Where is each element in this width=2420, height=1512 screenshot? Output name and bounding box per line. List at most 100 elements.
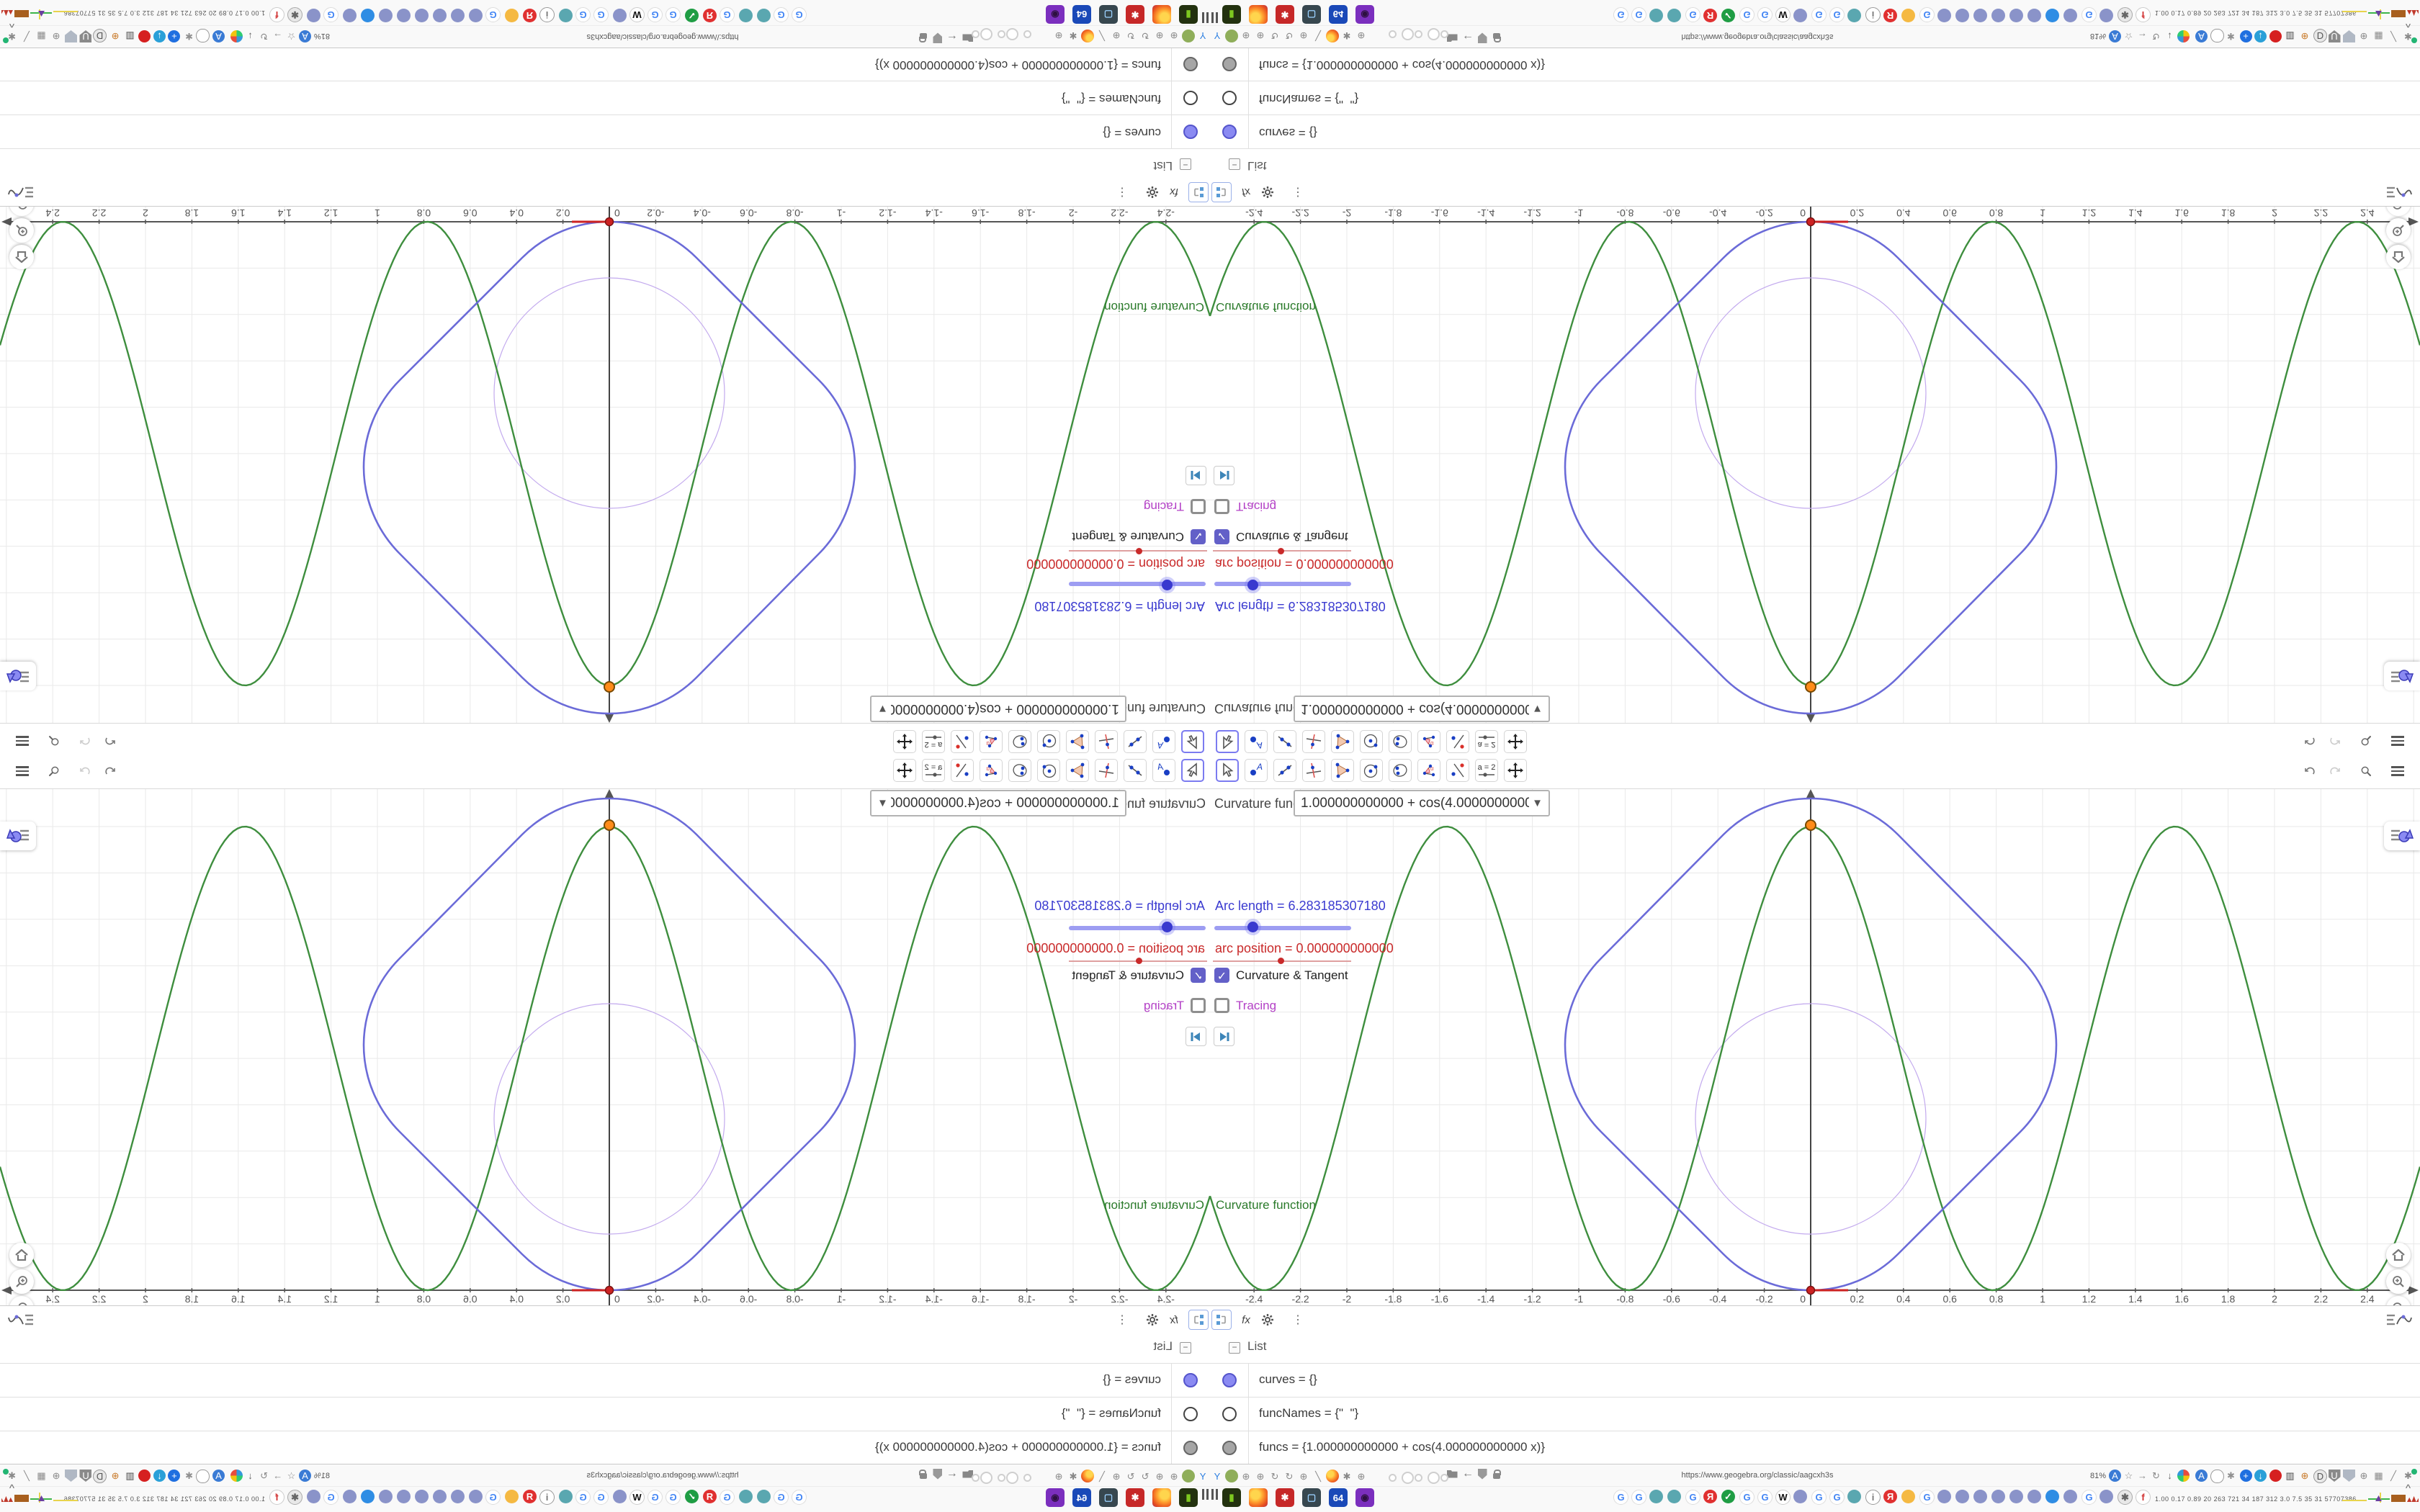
tool-conic-button[interactable] <box>1008 759 1031 782</box>
refresh-icon[interactable]: ↻ <box>1124 1470 1137 1482</box>
tool-point-button[interactable]: A <box>1245 730 1268 753</box>
floppy64-app-icon[interactable]: 64 <box>1072 5 1091 24</box>
trash-icon[interactable]: ▥ <box>124 1470 136 1482</box>
url-bar[interactable]: https://www.geogebra.org/classic/aagcxh3… <box>1613 1471 1901 1480</box>
firefox-app-icon[interactable] <box>1249 5 1268 24</box>
purple-face-app-icon[interactable]: ◉ <box>1355 1488 1374 1507</box>
favicon[interactable]: f <box>269 1490 284 1505</box>
favicon[interactable]: G <box>1811 1490 1827 1505</box>
favicon[interactable]: ✱ <box>2118 1490 2133 1505</box>
menu-button[interactable] <box>12 762 32 780</box>
favicon[interactable]: G <box>575 7 591 22</box>
refresh-icon[interactable]: ↻ <box>1139 1470 1152 1482</box>
arc-length-slider-thumb[interactable] <box>1162 580 1173 590</box>
shield-download-icon[interactable]: ↓ <box>2254 1470 2267 1482</box>
favicon[interactable] <box>2045 1490 2059 1503</box>
favicon[interactable]: G <box>792 1490 807 1505</box>
wrench-icon[interactable]: ╱ <box>2388 1470 2400 1482</box>
url-bar[interactable]: https://www.geogebra.org/classic/aagcxh3… <box>519 1471 807 1480</box>
arc-length-slider[interactable] <box>1214 926 1351 930</box>
graphics-view[interactable]: -2.4 -2.2 -2 -1.8 -1.6 -1.4 -1.2 -1 -0.8 -0.6 -0.4… <box>1210 207 2420 723</box>
favicon[interactable] <box>469 9 483 22</box>
redo-button[interactable] <box>2325 732 2345 750</box>
formula-input[interactable]: 1.000000000000 + cos(4.000000000000 x) ▼ <box>870 696 1126 722</box>
favicon[interactable]: f <box>2136 1490 2151 1505</box>
favicon[interactable] <box>1991 1490 2005 1503</box>
party-cone-icon[interactable]: Y <box>1196 1470 1209 1482</box>
tool-perpendicular-button[interactable] <box>1095 759 1118 782</box>
back-arrow-icon[interactable]: ← <box>1461 1467 1474 1480</box>
favicon[interactable]: Я <box>1883 1490 1897 1503</box>
favicon[interactable]: Я <box>1703 1490 1717 1503</box>
favicon[interactable]: G <box>647 1490 663 1505</box>
shield-icon[interactable] <box>2343 30 2355 42</box>
list-panel-toggle-button[interactable] <box>2383 1310 2416 1330</box>
globe-icon[interactable]: ⊕ <box>1052 1470 1065 1482</box>
wrench-icon[interactable]: ╲ <box>1095 30 1108 42</box>
globe-icon[interactable]: ⊕ <box>1254 30 1267 42</box>
favicon[interactable]: G <box>575 1490 591 1505</box>
reload-icon[interactable]: ↻ <box>258 30 270 42</box>
zoom-level[interactable]: 81% <box>314 1472 330 1480</box>
favicon[interactable] <box>343 9 357 22</box>
party-cone-icon[interactable]: Y <box>1211 1470 1224 1482</box>
arc-position-slider-thumb[interactable] <box>1278 548 1284 554</box>
favicon[interactable]: G <box>720 7 735 22</box>
formula-dropdown-icon[interactable]: ▼ <box>877 797 888 809</box>
search-button[interactable] <box>2356 762 2376 780</box>
globe-icon[interactable]: ⊕ <box>1240 30 1252 42</box>
tool-angle-button[interactable]: α <box>1417 759 1440 782</box>
favicon[interactable] <box>1847 9 1861 22</box>
favicon[interactable] <box>1973 9 1987 22</box>
tool-conic-button[interactable] <box>1389 730 1412 753</box>
favicon[interactable]: G <box>1757 7 1773 22</box>
globe-icon[interactable]: ⊕ <box>1254 1470 1267 1482</box>
skip-button[interactable] <box>1214 1027 1234 1046</box>
list-row-curves[interactable]: curves = {} <box>0 1363 1210 1398</box>
settings-button[interactable] <box>1258 182 1278 202</box>
shield-icon[interactable] <box>931 32 944 45</box>
tracing-checkbox[interactable] <box>1214 499 1229 514</box>
sidebar-toggle-button[interactable] <box>2384 662 2420 690</box>
favicon[interactable] <box>343 1490 357 1503</box>
favicon[interactable] <box>1955 9 1969 22</box>
globe-icon[interactable]: ⊕ <box>2358 30 2370 42</box>
tool-circle-button[interactable] <box>1037 730 1060 753</box>
gear-icon[interactable]: ✱ <box>183 30 195 42</box>
tool-polygon-button[interactable] <box>1066 759 1089 782</box>
trash-icon[interactable]: ▥ <box>2284 1470 2296 1482</box>
gear-icon[interactable]: ✱ <box>1340 30 1353 42</box>
shield-download-icon[interactable]: ↓ <box>2254 30 2267 42</box>
menu-button[interactable] <box>2388 732 2408 750</box>
settings-app-icon[interactable]: ✱ <box>1276 5 1294 24</box>
refresh-icon[interactable]: ↻ <box>1124 30 1137 42</box>
favicon[interactable] <box>2027 1490 2041 1503</box>
collapse-button[interactable]: − <box>1180 158 1191 170</box>
formula-dropdown-icon[interactable]: ▼ <box>1532 703 1543 715</box>
favicon[interactable]: ✱ <box>287 1490 302 1505</box>
arc-length-slider-thumb[interactable] <box>1247 922 1258 932</box>
curvature-peak-point[interactable] <box>1805 819 1816 831</box>
pinwheel-icon[interactable] <box>230 1470 243 1482</box>
terminal-app-icon[interactable]: ▮ <box>1222 1488 1241 1507</box>
purple-face-app-icon[interactable]: ◉ <box>1046 1488 1065 1507</box>
arc-length-slider-thumb[interactable] <box>1247 580 1258 590</box>
bookmark-star-icon[interactable]: ☆ <box>285 1470 297 1482</box>
skip-button[interactable] <box>1186 466 1206 485</box>
curvature-peak-point[interactable] <box>604 681 615 693</box>
monitor-app-icon[interactable]: ▢ <box>1099 1488 1118 1507</box>
zoom-level[interactable]: 81% <box>2090 1472 2106 1480</box>
arc-length-slider[interactable] <box>1069 582 1206 586</box>
wrench-icon[interactable]: ╱ <box>21 30 33 42</box>
favicon[interactable]: G <box>593 1490 609 1505</box>
favicon[interactable] <box>505 9 519 22</box>
floppy64-app-icon[interactable]: 64 <box>1329 5 1348 24</box>
globe-icon[interactable]: ⊕ <box>1110 30 1123 42</box>
fx-button[interactable]: fx <box>1236 182 1256 202</box>
favicon[interactable] <box>415 1490 429 1503</box>
tool-line-button[interactable] <box>1273 759 1296 782</box>
favicon[interactable] <box>1955 1490 1969 1503</box>
home-button[interactable] <box>9 1243 34 1267</box>
purple-face-app-icon[interactable]: ◉ <box>1046 5 1065 24</box>
ud-shield-icon[interactable]: U <box>2329 30 2341 42</box>
